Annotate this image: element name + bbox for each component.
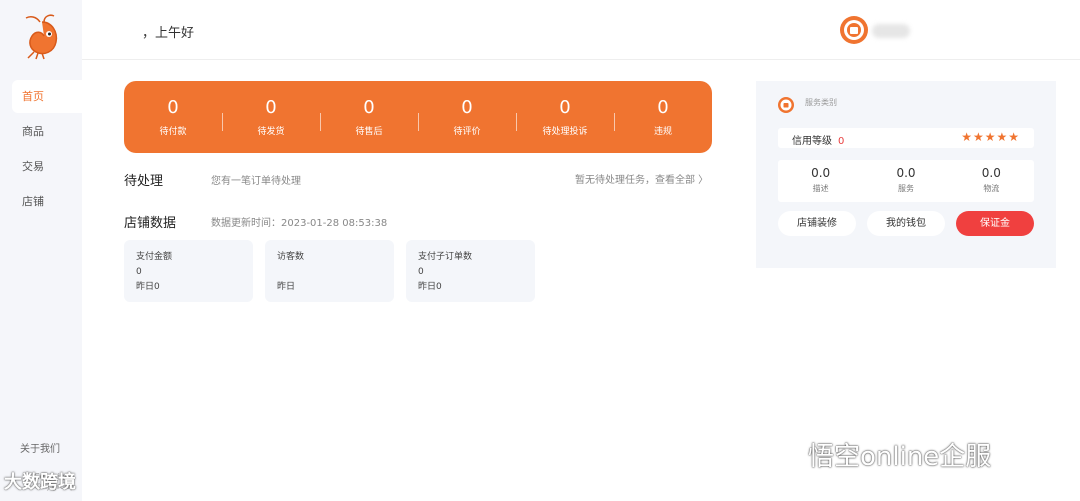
stat-label: 待发货 [257, 127, 285, 137]
metric-value: 0 [136, 267, 142, 277]
credit-level-value: 0 [838, 136, 845, 147]
stat-value: 0 [657, 97, 669, 118]
score-label: 物流 [983, 184, 1000, 193]
score-service: 0.0 服务 [863, 160, 948, 202]
credit-level-row: 信用等级 0 ★★★★★ [778, 128, 1034, 148]
user-avatar-icon [844, 20, 864, 40]
metric-label: 访客数 [277, 252, 305, 262]
my-wallet-button[interactable]: 我的钱包 [867, 211, 945, 236]
stat-pending-aftersale[interactable]: 0 待售后 [320, 97, 418, 137]
stat-label: 待付款 [159, 127, 187, 137]
store-data-cards: 支付金额 0 昨日0 访客数 昨日 支付子订单数 0 昨日0 [124, 240, 535, 302]
credit-level-text: 信用等级 [792, 136, 832, 147]
pending-section-title: 待处理 [124, 174, 164, 189]
shrimp-logo-icon[interactable] [22, 14, 62, 60]
metric-yesterday: 昨日 [277, 282, 296, 292]
view-all-link[interactable]: 暂无待处理任务，查看全部 〉 [575, 171, 708, 186]
store-info-panel: 服务类别 信用等级 0 ★★★★★ 0.0 描述 0.0 服务 0.0 物流 店铺… [756, 81, 1056, 268]
stat-value: 0 [363, 97, 375, 118]
user-name-blurred[interactable] [872, 24, 910, 38]
stat-value: 0 [167, 97, 179, 118]
store-avatar-icon [778, 97, 794, 113]
score-value: 0.0 [811, 166, 831, 180]
user-avatar[interactable] [840, 16, 868, 44]
metric-yesterday: 昨日0 [136, 282, 160, 292]
sidebar-nav: 首页 商品 交易 店铺 [12, 80, 82, 220]
score-value: 0.0 [896, 166, 916, 180]
stat-label: 待处理投诉 [542, 127, 588, 137]
store-decoration-button[interactable]: 店铺装修 [778, 211, 856, 236]
metric-card-visitors[interactable]: 访客数 昨日 [265, 240, 394, 302]
greeting-text: ，上午好 [142, 26, 195, 41]
score-description: 0.0 描述 [778, 160, 863, 202]
watermark-left: 大数跨境 [4, 472, 76, 493]
stat-label: 待售后 [355, 127, 383, 137]
watermark-right: 悟空online企服 [808, 442, 992, 472]
star-rating-icon: ★★★★★ [961, 130, 1020, 144]
score-label: 描述 [812, 184, 829, 193]
metric-yesterday: 昨日0 [418, 282, 442, 292]
metric-value [277, 265, 382, 280]
store-scores: 0.0 描述 0.0 服务 0.0 物流 [778, 160, 1034, 202]
stat-pending-complaint[interactable]: 0 待处理投诉 [516, 97, 614, 137]
sidebar-item-trade[interactable]: 交易 [12, 150, 82, 183]
deposit-button[interactable]: 保证金 [956, 211, 1034, 236]
stat-pending-payment[interactable]: 0 待付款 [124, 97, 222, 137]
stat-value: 0 [265, 97, 277, 118]
panel-actions: 店铺装修 我的钱包 保证金 [778, 211, 1034, 236]
score-value: 0.0 [981, 166, 1001, 180]
metric-label: 支付金额 [136, 252, 173, 262]
score-label: 服务 [897, 184, 914, 193]
stat-label: 待评价 [453, 127, 481, 137]
sidebar-item-store[interactable]: 店铺 [12, 185, 82, 218]
store-data-title: 店铺数据 [124, 216, 177, 231]
data-updated-time: 数据更新时间：2023-01-28 08:53:38 [211, 218, 388, 229]
metric-card-sub-orders[interactable]: 支付子订单数 0 昨日0 [406, 240, 535, 302]
score-logistics: 0.0 物流 [949, 160, 1034, 202]
metric-card-payment-amount[interactable]: 支付金额 0 昨日0 [124, 240, 253, 302]
stat-pending-shipment[interactable]: 0 待发货 [222, 97, 320, 137]
pending-description: 您有一笔订单待处理 [211, 176, 301, 187]
metric-value: 0 [418, 267, 424, 277]
credit-level-label: 信用等级 0 [792, 132, 844, 147]
stat-label: 违规 [653, 127, 672, 137]
stat-violations[interactable]: 0 违规 [614, 97, 712, 137]
top-header: ，上午好 [82, 0, 1080, 60]
about-us-link[interactable]: 关于我们 [8, 440, 82, 458]
stat-value: 0 [559, 97, 571, 118]
sidebar-item-products[interactable]: 商品 [12, 115, 82, 148]
metric-label: 支付子订单数 [418, 252, 473, 262]
stat-value: 0 [461, 97, 473, 118]
order-stats-bar: 0 待付款 0 待发货 0 待售后 0 待评价 0 待处理投诉 0 违规 [124, 81, 712, 153]
sidebar: 首页 商品 交易 店铺 关于我们 Copyright ©nj group [0, 0, 82, 501]
service-category-label: 服务类别 [805, 98, 837, 107]
sidebar-item-home[interactable]: 首页 [12, 80, 82, 113]
stat-pending-review[interactable]: 0 待评价 [418, 97, 516, 137]
